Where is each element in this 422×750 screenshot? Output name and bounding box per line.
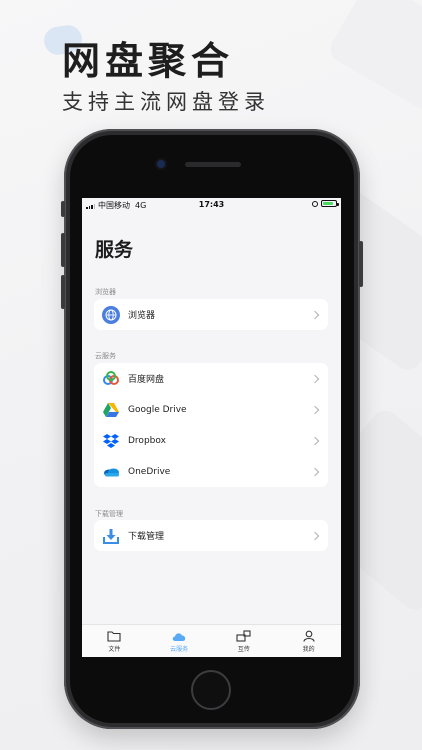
- list-item-onedrive[interactable]: OneDrive: [94, 456, 328, 487]
- background-shape: [325, 0, 422, 114]
- tab-transfer[interactable]: 互传: [212, 625, 277, 657]
- person-icon: [303, 630, 315, 642]
- list-item-label: Dropbox: [128, 435, 166, 446]
- onedrive-icon: [102, 463, 120, 481]
- tab-profile[interactable]: 我的: [276, 625, 341, 657]
- list-item-browser[interactable]: 浏览器: [94, 299, 328, 330]
- cloud-card: 百度网盘 Google Drive Dropbox OneDrive: [94, 363, 328, 487]
- page-title: 服务: [95, 239, 134, 261]
- tab-bar: 文件 云服务 互传 我的: [82, 624, 341, 657]
- promo-headline: 网盘聚合: [62, 39, 235, 83]
- transfer-icon: [236, 629, 251, 642]
- earpiece-speaker: [185, 162, 241, 167]
- list-item-dropbox[interactable]: Dropbox: [94, 425, 328, 456]
- section-label-browser: 浏览器: [95, 288, 116, 296]
- app-screen: 中国移动 4G 17:43 服务 浏览器 浏览器 云服务 百度网盘 Google…: [82, 198, 341, 657]
- phone-frame: 中国移动 4G 17:43 服务 浏览器 浏览器 云服务 百度网盘 Google…: [61, 129, 363, 729]
- browser-card: 浏览器: [94, 299, 328, 330]
- power-button: [359, 241, 363, 287]
- chevron-right-icon: [310, 467, 320, 476]
- dropbox-icon: [102, 432, 120, 450]
- list-item-download-manager[interactable]: 下载管理: [94, 520, 328, 551]
- baidu-netdisk-icon: [102, 370, 120, 388]
- download-tray-icon: [102, 527, 120, 545]
- chevron-right-icon: [310, 405, 320, 414]
- list-item-label: 百度网盘: [128, 375, 165, 385]
- tab-files[interactable]: 文件: [82, 625, 147, 657]
- tab-cloud-services[interactable]: 云服务: [147, 625, 212, 657]
- tab-label: 我的: [302, 645, 315, 653]
- chevron-right-icon: [310, 374, 320, 383]
- section-label-cloud: 云服务: [95, 352, 116, 360]
- battery-icon: [321, 200, 339, 207]
- status-bar: 中国移动 4G 17:43: [82, 198, 341, 212]
- list-item-label: 下载管理: [128, 532, 165, 542]
- folder-icon: [107, 630, 121, 642]
- volume-up-button: [61, 233, 65, 267]
- download-card: 下载管理: [94, 520, 328, 551]
- mute-switch: [61, 201, 65, 217]
- cloud-icon: [172, 632, 186, 641]
- status-time: 17:43: [198, 200, 225, 209]
- front-camera: [157, 160, 165, 168]
- chevron-right-icon: [310, 436, 320, 445]
- globe-icon: [102, 305, 120, 324]
- promo-subline: 支持主流网盘登录: [62, 90, 270, 114]
- tab-label: 云服务: [170, 645, 189, 653]
- home-button[interactable]: [191, 670, 231, 710]
- list-item-google-drive[interactable]: Google Drive: [94, 394, 328, 425]
- section-label-download: 下载管理: [95, 510, 123, 518]
- tab-label: 互传: [237, 645, 250, 653]
- list-item-baidu-netdisk[interactable]: 百度网盘: [94, 363, 328, 394]
- volume-down-button: [61, 275, 65, 309]
- rotation-lock-icon: [312, 200, 318, 207]
- list-item-label: Google Drive: [128, 404, 187, 415]
- list-item-label: 浏览器: [128, 311, 156, 321]
- chevron-right-icon: [310, 531, 320, 540]
- tab-label: 文件: [108, 645, 121, 653]
- list-item-label: OneDrive: [128, 466, 171, 477]
- google-drive-icon: [102, 401, 120, 419]
- chevron-right-icon: [310, 310, 320, 319]
